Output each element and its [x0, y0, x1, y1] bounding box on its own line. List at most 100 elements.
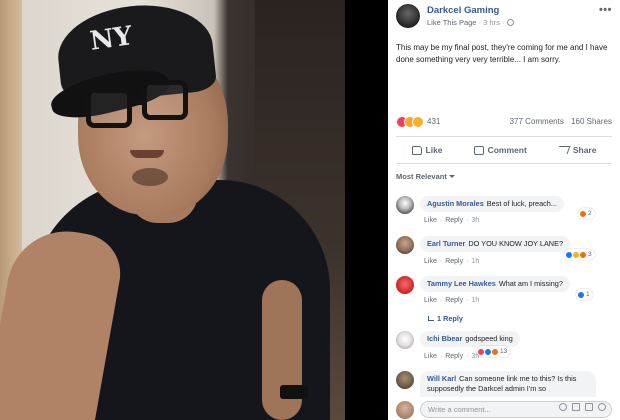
comment-like-link[interactable]: Like [424, 297, 437, 304]
comment: Will Karl Can someone link me to this? Is… [396, 371, 616, 401]
like-page-link[interactable]: Like This Page [427, 18, 476, 27]
angry-reaction-icon [579, 250, 587, 259]
comment: Earl Turner DO YOU KNOW JOY LANE? 3 Like ·… [396, 236, 616, 268]
post-meta: Like This Page · 3 hrs · [427, 18, 514, 27]
like-label: Like [425, 145, 443, 155]
globe-icon [506, 19, 514, 26]
caret-down-icon [448, 175, 455, 178]
left-lens [86, 88, 132, 128]
comment-reply-link[interactable]: Reply [445, 297, 463, 304]
comment-like-link[interactable]: Like [424, 217, 437, 224]
share-label: Share [572, 145, 597, 155]
like-button[interactable]: Like [411, 145, 443, 155]
comment: Ichi Bbear godspeed king 13 Like · Reply · 3h [396, 331, 616, 363]
reaction-count: 431 [426, 116, 441, 128]
black-gap [345, 0, 388, 420]
comment-composer: Write a comment... [396, 400, 612, 420]
commenter-name[interactable]: Ichi Bbear [427, 334, 462, 343]
comment-reaction-count: 13 [500, 348, 508, 355]
post-stats: 431 377 Comments 160 Shares [396, 116, 612, 130]
angry-reaction-icon [579, 209, 587, 218]
comment-text: What am I missing? [498, 279, 563, 288]
comment-reaction-count: 3 [588, 251, 592, 258]
comment-reactions[interactable]: 3 [564, 249, 595, 260]
stat-counts: 377 Comments 160 Shares [510, 117, 612, 126]
commenter-name[interactable]: Will Karl [427, 374, 456, 383]
view-replies-link[interactable]: 1 Reply [428, 314, 463, 323]
comment: Tammy Lee Hawkes What am I missing? 1 Lik… [396, 276, 616, 326]
comment-bubble: Ichi Bbear godspeed king [420, 331, 520, 347]
comment-reply-link[interactable]: Reply [445, 258, 463, 265]
post-panel: Darkcel Gaming Like This Page · 3 hrs · … [388, 0, 620, 420]
commenter-name[interactable]: Tammy Lee Hawkes [427, 279, 496, 288]
post-time[interactable]: 3 hrs [483, 18, 500, 27]
share-icon [556, 146, 571, 154]
comment-sort-dropdown[interactable]: Most Relevant [396, 172, 455, 181]
comment-button[interactable]: Comment [473, 145, 527, 155]
sticker-icon[interactable] [598, 403, 606, 411]
comment-like-link[interactable]: Like [424, 353, 437, 360]
comment-meta: Like · Reply · 3h [424, 217, 480, 224]
comment-text: DO YOU KNOW JOY LANE? [468, 239, 564, 248]
commenter-avatar[interactable] [396, 371, 414, 389]
screenshot: NY Darkcel Gaming Like This Page · 3 hrs… [0, 0, 620, 420]
comments-count[interactable]: 377 Comments [510, 117, 564, 126]
comment-bubble: Tammy Lee Hawkes What am I missing? [420, 276, 570, 292]
commenter-name[interactable]: Agustin Morales [427, 199, 484, 208]
comment-reaction-count: 2 [588, 210, 592, 217]
commenter-avatar[interactable] [396, 276, 414, 294]
goatee [132, 168, 168, 186]
comment-reactions[interactable]: 13 [476, 346, 511, 357]
thumbs-up-icon [411, 145, 422, 155]
comment-icon [473, 145, 484, 155]
comment-reaction-count: 1 [586, 291, 590, 298]
gif-icon[interactable] [585, 403, 593, 411]
right-arm [262, 280, 302, 420]
user-avatar [396, 401, 414, 419]
comment-time[interactable]: 1h [471, 258, 479, 265]
comment-time[interactable]: 3h [471, 217, 479, 224]
meta-separator: · [501, 18, 507, 27]
comment-time[interactable]: 1h [471, 297, 479, 304]
post-text: This may be my final post, they're comin… [396, 43, 608, 64]
commenter-avatar[interactable] [396, 331, 414, 349]
comment-reply-link[interactable]: Reply [445, 353, 463, 360]
comment-reactions[interactable]: 1 [576, 289, 593, 300]
comment-time[interactable]: 3h [471, 353, 479, 360]
comment-bubble: Earl Turner DO YOU KNOW JOY LANE? [420, 236, 571, 252]
comment-meta: Like · Reply · 1h [424, 258, 480, 265]
haha-reaction-icon [412, 116, 424, 128]
post-header: Darkcel Gaming Like This Page · 3 hrs · … [396, 4, 612, 30]
divider [396, 136, 612, 137]
like-reaction-icon [577, 290, 585, 299]
comment-text: godspeed king [465, 334, 513, 343]
more-options-icon[interactable]: ••• [599, 4, 612, 16]
shares-count[interactable]: 160 Shares [571, 117, 612, 126]
comment-reply-link[interactable]: Reply [445, 217, 463, 224]
comment-text: Best of luck, preach... [486, 199, 557, 208]
page-avatar[interactable] [396, 4, 420, 28]
comment: Agustin Morales Best of luck, preach... 2… [396, 196, 616, 228]
camera-icon[interactable] [572, 403, 580, 411]
emoji-icon[interactable] [559, 403, 567, 411]
composer-icons [559, 403, 606, 411]
angry-reaction-icon [491, 347, 499, 356]
commenter-avatar[interactable] [396, 236, 414, 254]
sort-label: Most Relevant [396, 172, 447, 181]
wristwatch [280, 385, 308, 399]
post-photo[interactable]: NY [0, 0, 345, 420]
right-lens [142, 80, 188, 120]
commenter-avatar[interactable] [396, 196, 414, 214]
comment-bubble: Will Karl Can someone link me to this? Is… [420, 371, 596, 397]
share-button[interactable]: Share [556, 145, 597, 155]
comment-like-link[interactable]: Like [424, 258, 437, 265]
comment-reactions[interactable]: 2 [578, 208, 595, 219]
page-name[interactable]: Darkcel Gaming [427, 5, 499, 16]
post-actions: Like Comment Share [396, 140, 612, 160]
comment-bubble: Agustin Morales Best of luck, preach... [420, 196, 564, 212]
view-replies-label: 1 Reply [437, 314, 463, 323]
comment-meta: Like · Reply · 1h [424, 297, 480, 304]
divider [396, 163, 612, 164]
commenter-name[interactable]: Earl Turner [427, 239, 465, 248]
reply-arrow-icon [428, 316, 434, 321]
